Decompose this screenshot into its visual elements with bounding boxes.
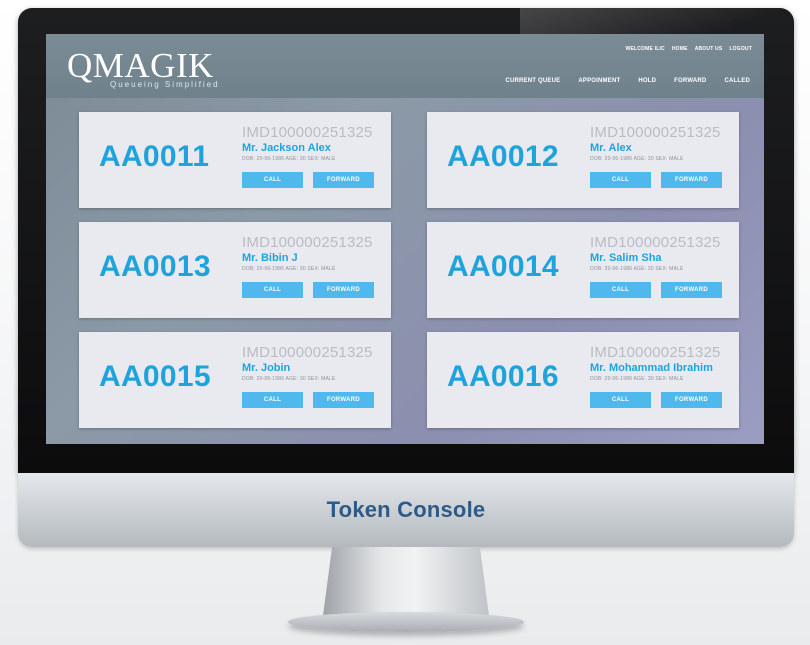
token-card: AA0016 IMD100000251325 Mr. Mohammad Ibra… [427,332,739,428]
top-nav-welcome: WELCOME ILIC [625,46,665,52]
patient-details: DOB: 20-06-1986 AGE: 30 SEX: MALE [590,266,684,272]
token-number: AA0014 [447,250,559,283]
nav-forward[interactable]: FORWARD [674,78,706,84]
call-button[interactable]: CALL [590,392,651,408]
token-card: AA0012 IMD100000251325 Mr. Alex DOB: 20-… [427,112,739,208]
patient-id: IMD100000251325 [590,344,721,361]
monitor-stand-base [288,612,524,632]
nav-appoinment[interactable]: APPOINMENT [578,78,620,84]
patient-name: Mr. Jobin [242,362,291,374]
nav-current-queue[interactable]: CURRENT QUEUE [505,78,560,84]
token-card: AA0011 IMD100000251325 Mr. Jackson Alex … [79,112,391,208]
app-logo[interactable]: QMAGIK [67,48,214,83]
patient-name: Mr. Mohammad Ibrahim [590,362,713,374]
token-card: AA0013 IMD100000251325 Mr. Bibin J DOB: … [79,222,391,318]
top-nav-logout[interactable]: LOGOUT [729,46,752,52]
monitor-screen: QMAGIK Queueing Simplified WELCOME ILIC … [46,34,764,444]
patient-id: IMD100000251325 [242,234,373,251]
nav-called[interactable]: CALLED [724,78,750,84]
patient-id: IMD100000251325 [590,234,721,251]
forward-button[interactable]: FORWARD [661,392,722,408]
patient-details: DOB: 20-06-1986 AGE: 30 SEX: MALE [242,266,336,272]
top-nav-home[interactable]: HOME [672,46,688,52]
app-header: QMAGIK Queueing Simplified WELCOME ILIC … [46,34,764,98]
forward-button[interactable]: FORWARD [661,282,722,298]
patient-details: DOB: 20-06-1986 AGE: 30 SEX: MALE [590,376,684,382]
patient-id: IMD100000251325 [242,344,373,361]
forward-button[interactable]: FORWARD [313,172,374,188]
token-number: AA0012 [447,140,559,173]
top-nav-about-us[interactable]: ABOUT US [695,46,723,52]
forward-button[interactable]: FORWARD [313,392,374,408]
patient-name: Mr. Alex [590,142,632,154]
top-nav: WELCOME ILIC HOME ABOUT US LOGOUT [626,46,752,52]
main-nav: CURRENT QUEUE APPOINMENT HOLD FORWARD CA… [505,78,750,84]
patient-id: IMD100000251325 [242,124,373,141]
patient-details: DOB: 20-06-1986 AGE: 30 SEX: MALE [242,156,336,162]
app-tagline: Queueing Simplified [110,80,220,89]
patient-id: IMD100000251325 [590,124,721,141]
monitor-chin: Token Console [18,473,794,547]
patient-name: Mr. Salim Sha [590,252,662,264]
patient-details: DOB: 20-06-1986 AGE: 30 SEX: MALE [242,376,336,382]
call-button[interactable]: CALL [590,172,651,188]
call-button[interactable]: CALL [242,282,303,298]
token-card: AA0014 IMD100000251325 Mr. Salim Sha DOB… [427,222,739,318]
token-card: AA0015 IMD100000251325 Mr. Jobin DOB: 20… [79,332,391,428]
token-number: AA0015 [99,360,211,393]
forward-button[interactable]: FORWARD [313,282,374,298]
call-button[interactable]: CALL [590,282,651,298]
patient-name: Mr. Jackson Alex [242,142,331,154]
token-number: AA0011 [99,140,210,173]
patient-name: Mr. Bibin J [242,252,298,264]
nav-hold[interactable]: HOLD [638,78,656,84]
call-button[interactable]: CALL [242,172,303,188]
background: QMAGIK Queueing Simplified WELCOME ILIC … [0,0,810,645]
token-number: AA0016 [447,360,559,393]
call-button[interactable]: CALL [242,392,303,408]
monitor-caption: Token Console [326,497,486,522]
forward-button[interactable]: FORWARD [661,172,722,188]
patient-details: DOB: 20-06-1986 AGE: 30 SEX: MALE [590,156,684,162]
token-number: AA0013 [99,250,211,283]
